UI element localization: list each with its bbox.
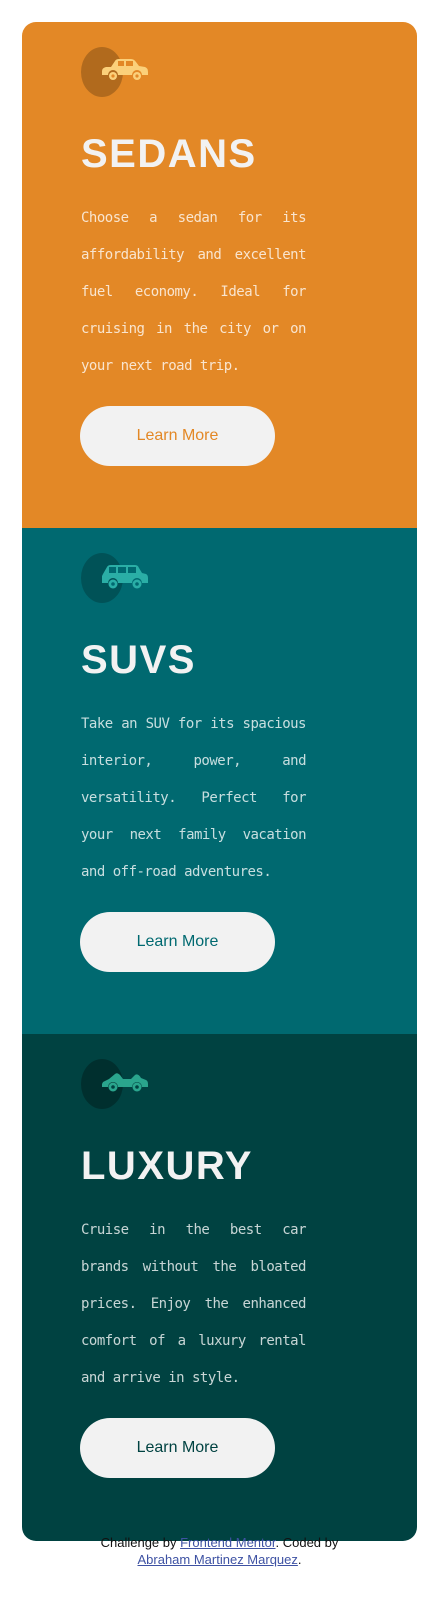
suvs-card: SUVS Take an SUV for its spacious interi…	[22, 528, 417, 1034]
luxury-icon-wrapper	[81, 1059, 153, 1109]
card-description: Cruise in the best car brands without th…	[81, 1222, 307, 1386]
sedan-icon-wrapper	[81, 47, 153, 97]
author-link[interactable]: Abraham Martinez Marquez	[137, 1552, 297, 1567]
footer-prefix: Challenge by	[100, 1535, 181, 1550]
card-description: Choose a sedan for its affordability and…	[81, 210, 307, 374]
luxury-card: LUXURY Cruise in the best car brands wit…	[22, 1034, 417, 1541]
card-title: SEDANS	[81, 132, 257, 176]
footer-suffix: .	[297, 1552, 302, 1567]
card-stack: SEDANS Choose a sedan for its affordabil…	[22, 22, 417, 1541]
sedans-card: SEDANS Choose a sedan for its affordabil…	[22, 22, 417, 528]
learn-more-button[interactable]: Learn More	[80, 912, 275, 972]
frontend-mentor-link[interactable]: Frontend Mentor	[180, 1535, 275, 1550]
sedan-car-icon	[102, 59, 148, 80]
attribution-footer: Challenge by Frontend Mentor. Coded by A…	[0, 1534, 439, 1568]
suv-car-icon	[102, 565, 148, 589]
learn-more-button[interactable]: Learn More	[80, 406, 275, 466]
footer-middle: . Coded by	[275, 1535, 339, 1550]
card-title: LUXURY	[81, 1144, 253, 1188]
learn-more-button[interactable]: Learn More	[80, 1418, 275, 1478]
suv-icon-wrapper	[81, 553, 153, 603]
luxury-car-icon	[102, 1073, 148, 1092]
card-description: Take an SUV for its spacious interior, p…	[81, 716, 307, 880]
card-title: SUVS	[81, 638, 196, 682]
